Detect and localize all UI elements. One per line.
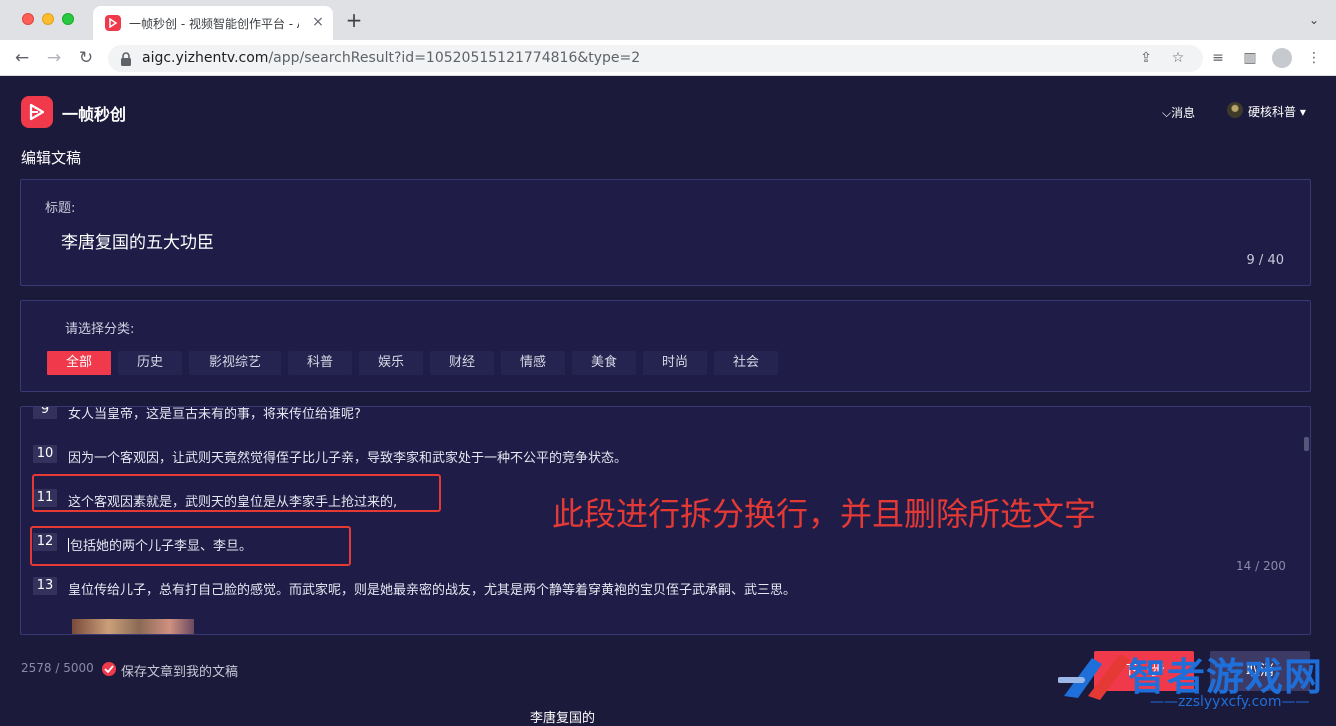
watermark-url: ——zzslyyxcfy.com—— [1150, 694, 1310, 710]
bookmark-star-icon[interactable]: ☆ [1169, 49, 1187, 67]
paragraph-text[interactable]: 皇位传给儿子，总有打自己脸的感觉。而武家呢，则是她最亲密的战友，尤其是两个静等着… [68, 579, 796, 598]
watermark-text: 智者游戏网 [1128, 655, 1324, 699]
messages-label: 消息 [1171, 106, 1196, 120]
minimize-window-button[interactable] [42, 13, 54, 25]
back-icon[interactable]: ← [12, 48, 32, 68]
paragraph-row[interactable]: 9 女人当皇帝，这是亘古未有的事，将来传位给谁呢? [21, 407, 1221, 425]
paragraph-row[interactable]: 10 因为一个客观因，让武则天竟然觉得侄子比儿子亲，导致李家和武家处于一种不公平… [21, 445, 1221, 469]
address-bar[interactable]: aigc.yizhentv.com/app/searchResult?id=10… [108, 45, 1203, 72]
highlight-box-paragraph-11 [32, 474, 441, 512]
paragraph-char-count: 14 / 200 [1236, 559, 1286, 573]
category-entertainment[interactable]: 娱乐 [359, 351, 423, 375]
checkbox-checked-icon[interactable] [102, 662, 116, 676]
logo-icon[interactable] [21, 96, 53, 128]
user-menu[interactable]: 硬核科普 ▾ [1248, 103, 1306, 120]
editor-scrollbar[interactable] [1304, 437, 1309, 451]
menu-icon[interactable]: ⋮ [1304, 49, 1324, 67]
app-root: 一帧秒创 ⌵消息 硬核科普 ▾ 编辑文稿 标题: 李唐复国的五大功臣 9 / 4… [0, 76, 1336, 726]
tab-title: 一帧秒创 - 视频智能创作平台 - AI [129, 17, 299, 31]
category-food[interactable]: 美食 [572, 351, 636, 375]
category-all[interactable]: 全部 [47, 351, 111, 375]
tab-search-icon[interactable]: ⌄ [1306, 12, 1322, 28]
category-label: 请选择分类: [65, 322, 135, 337]
close-window-button[interactable] [22, 13, 34, 25]
lock-icon [121, 52, 131, 66]
category-science[interactable]: 科普 [288, 351, 352, 375]
chevron-down-icon: ⌵ [1162, 106, 1172, 120]
reload-icon[interactable]: ↻ [76, 48, 96, 68]
profile-avatar[interactable] [1272, 48, 1292, 68]
caret-down-icon: ▾ [1296, 105, 1306, 119]
paragraph-number: 13 [33, 577, 57, 595]
forward-icon[interactable]: → [44, 48, 64, 68]
category-panel: 请选择分类: 全部 历史 影视综艺 科普 娱乐 财经 情感 美食 时尚 社会 [20, 300, 1311, 392]
title-input[interactable]: 李唐复国的五大功臣 [61, 228, 214, 253]
browser-toolbar: ← → ↻ aigc.yizhentv.com/app/searchResult… [0, 40, 1336, 76]
tab-close-icon[interactable]: × [310, 14, 326, 30]
user-avatar[interactable] [1227, 102, 1243, 118]
title-char-count: 9 / 40 [1246, 253, 1284, 268]
category-emotion[interactable]: 情感 [501, 351, 565, 375]
url-path: /app/searchResult?id=10520515121774816&t… [268, 50, 641, 66]
category-fashion[interactable]: 时尚 [643, 351, 707, 375]
category-history[interactable]: 历史 [118, 351, 182, 375]
maximize-window-button[interactable] [62, 13, 74, 25]
paragraph-number: 10 [33, 445, 57, 463]
paragraph-text[interactable]: 因为一个客观因，让武则天竟然觉得侄子比儿子亲，导致李家和武家处于一种不公平的竞争… [68, 447, 627, 466]
share-icon[interactable]: ⇪ [1137, 49, 1155, 67]
highlight-box-paragraph-12 [30, 526, 351, 566]
browser-tab[interactable]: 一帧秒创 - 视频智能创作平台 - AI × [93, 6, 333, 40]
user-name: 硬核科普 [1248, 105, 1297, 119]
annotation-text: 此段进行拆分换行，并且删除所选文字 [552, 495, 1097, 533]
favicon-icon [105, 15, 121, 31]
category-society[interactable]: 社会 [714, 351, 778, 375]
url-text: aigc.yizhentv.com/app/searchResult?id=10… [142, 50, 640, 66]
watermark-logo-icon [1058, 654, 1130, 700]
messages-menu[interactable]: ⌵消息 [1162, 104, 1195, 121]
title-panel: 标题: 李唐复国的五大功臣 9 / 40 [20, 179, 1311, 286]
category-film-tv[interactable]: 影视综艺 [189, 351, 281, 375]
paragraph-text[interactable]: 女人当皇帝，这是亘古未有的事，将来传位给谁呢? [68, 407, 361, 422]
paragraph-number: 9 [33, 407, 57, 419]
bottom-overflow-text: 李唐复国的 [530, 711, 596, 726]
script-editor[interactable]: 9 女人当皇帝，这是亘古未有的事，将来传位给谁呢? 10 因为一个客观因，让武则… [20, 406, 1311, 635]
save-to-drafts-label[interactable]: 保存文章到我的文稿 [121, 661, 238, 680]
app-name[interactable]: 一帧秒创 [62, 101, 126, 125]
category-finance[interactable]: 财经 [430, 351, 494, 375]
side-panel-icon[interactable]: ▥ [1240, 49, 1260, 67]
word-count: 2578 / 5000 [21, 661, 94, 675]
paragraph-row[interactable]: 13 皇位传给儿子，总有打自己脸的感觉。而武家呢，则是她最亲密的战友，尤其是两个… [21, 577, 1221, 601]
media-thumbnail[interactable] [72, 619, 194, 634]
new-tab-button[interactable]: + [344, 10, 364, 30]
reading-list-icon[interactable]: ≡ [1208, 49, 1228, 67]
browser-tab-bar: 一帧秒创 - 视频智能创作平台 - AI × + ⌄ [0, 0, 1336, 40]
url-host: aigc.yizhentv.com [142, 50, 269, 66]
page-title: 编辑文稿 [21, 149, 82, 167]
title-label: 标题: [45, 201, 76, 216]
